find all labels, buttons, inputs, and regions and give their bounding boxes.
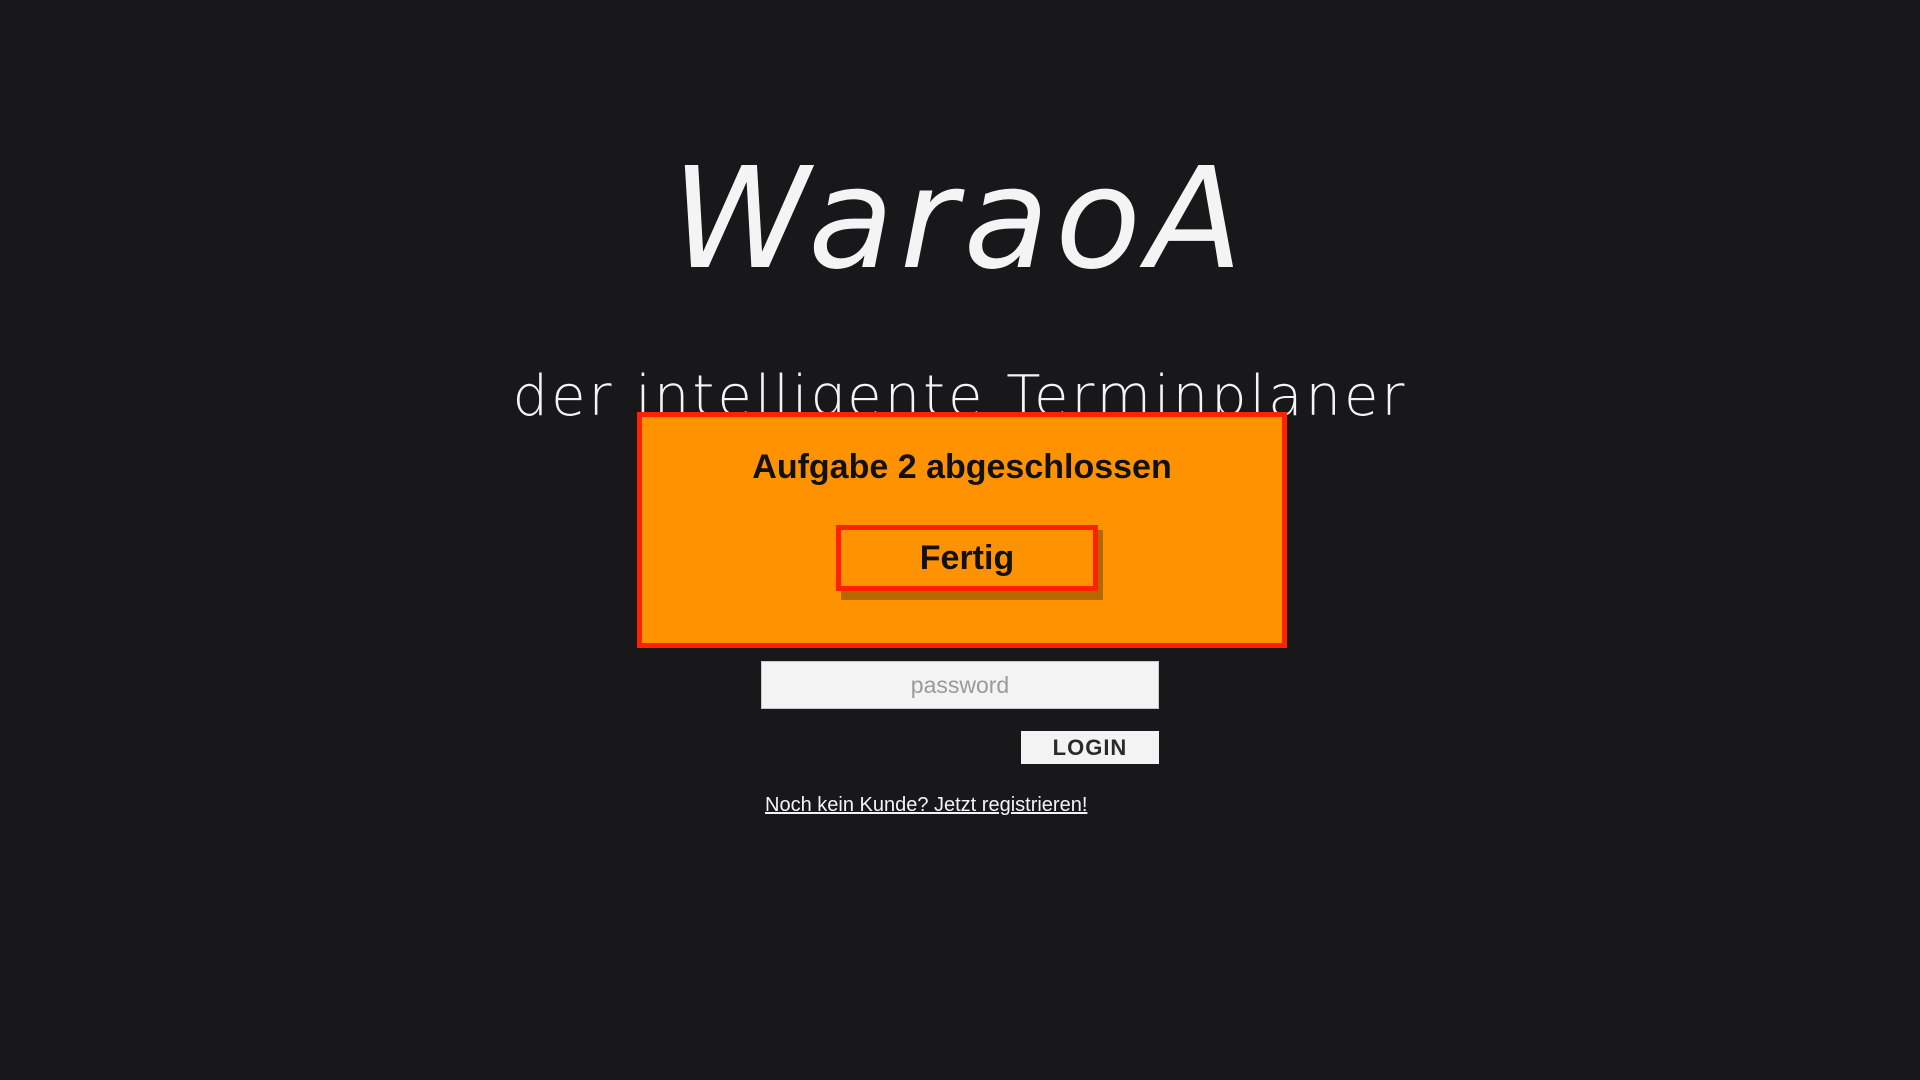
done-button[interactable]: Fertig — [836, 525, 1098, 591]
dialog-title: Aufgabe 2 abgeschlossen — [752, 448, 1172, 486]
app-logo: WaraoA — [671, 138, 1249, 301]
register-link[interactable]: Noch kein Kunde? Jetzt registrieren! — [765, 794, 1087, 817]
login-page: WaraoA der intelligente Terminplaner LOG… — [0, 0, 1920, 1080]
task-complete-dialog: Aufgabe 2 abgeschlossen Fertig — [637, 412, 1287, 648]
login-button[interactable]: LOGIN — [1021, 731, 1159, 764]
password-input[interactable] — [761, 661, 1159, 709]
